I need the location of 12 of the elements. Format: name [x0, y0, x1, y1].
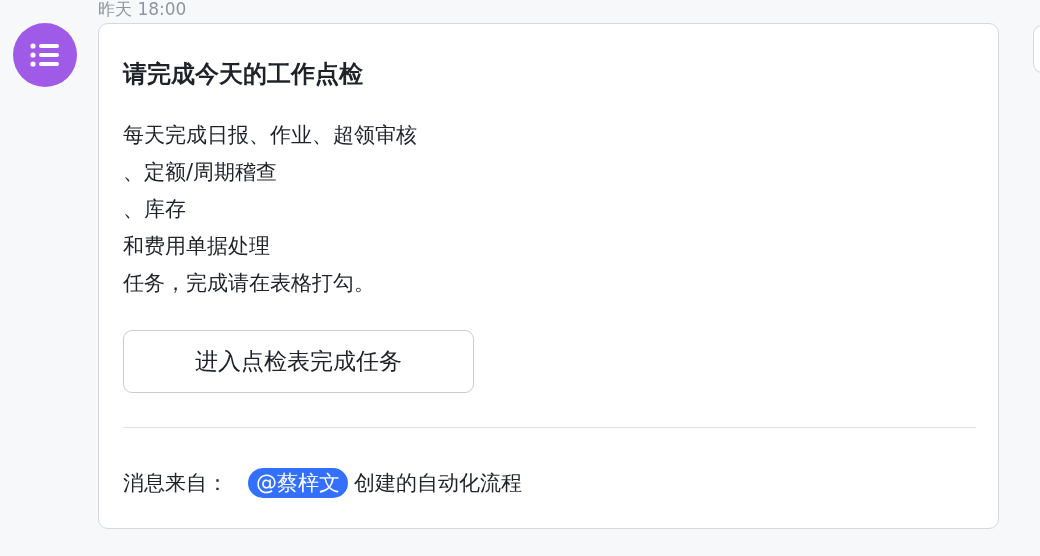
message-time: 昨天 18:00: [98, 0, 188, 17]
body-line: 每天完成日报、作业、超领审核: [123, 122, 417, 149]
body-line: 和费用单据处理: [123, 233, 270, 260]
source-text: 创建的自动化流程: [354, 470, 522, 497]
source-label: 消息来自：: [123, 470, 228, 497]
body-line: 、定额/周期稽查: [123, 159, 278, 186]
task-button[interactable]: 进入点检表完成任务: [123, 330, 474, 393]
body-line: 任务，完成请在表格打勾。: [123, 270, 375, 297]
body-line: 、库存: [123, 196, 186, 223]
card-title: 请完成今天的工作点检: [123, 59, 364, 90]
list-icon: [30, 43, 60, 67]
mention-tag[interactable]: @蔡梓文: [248, 468, 348, 498]
